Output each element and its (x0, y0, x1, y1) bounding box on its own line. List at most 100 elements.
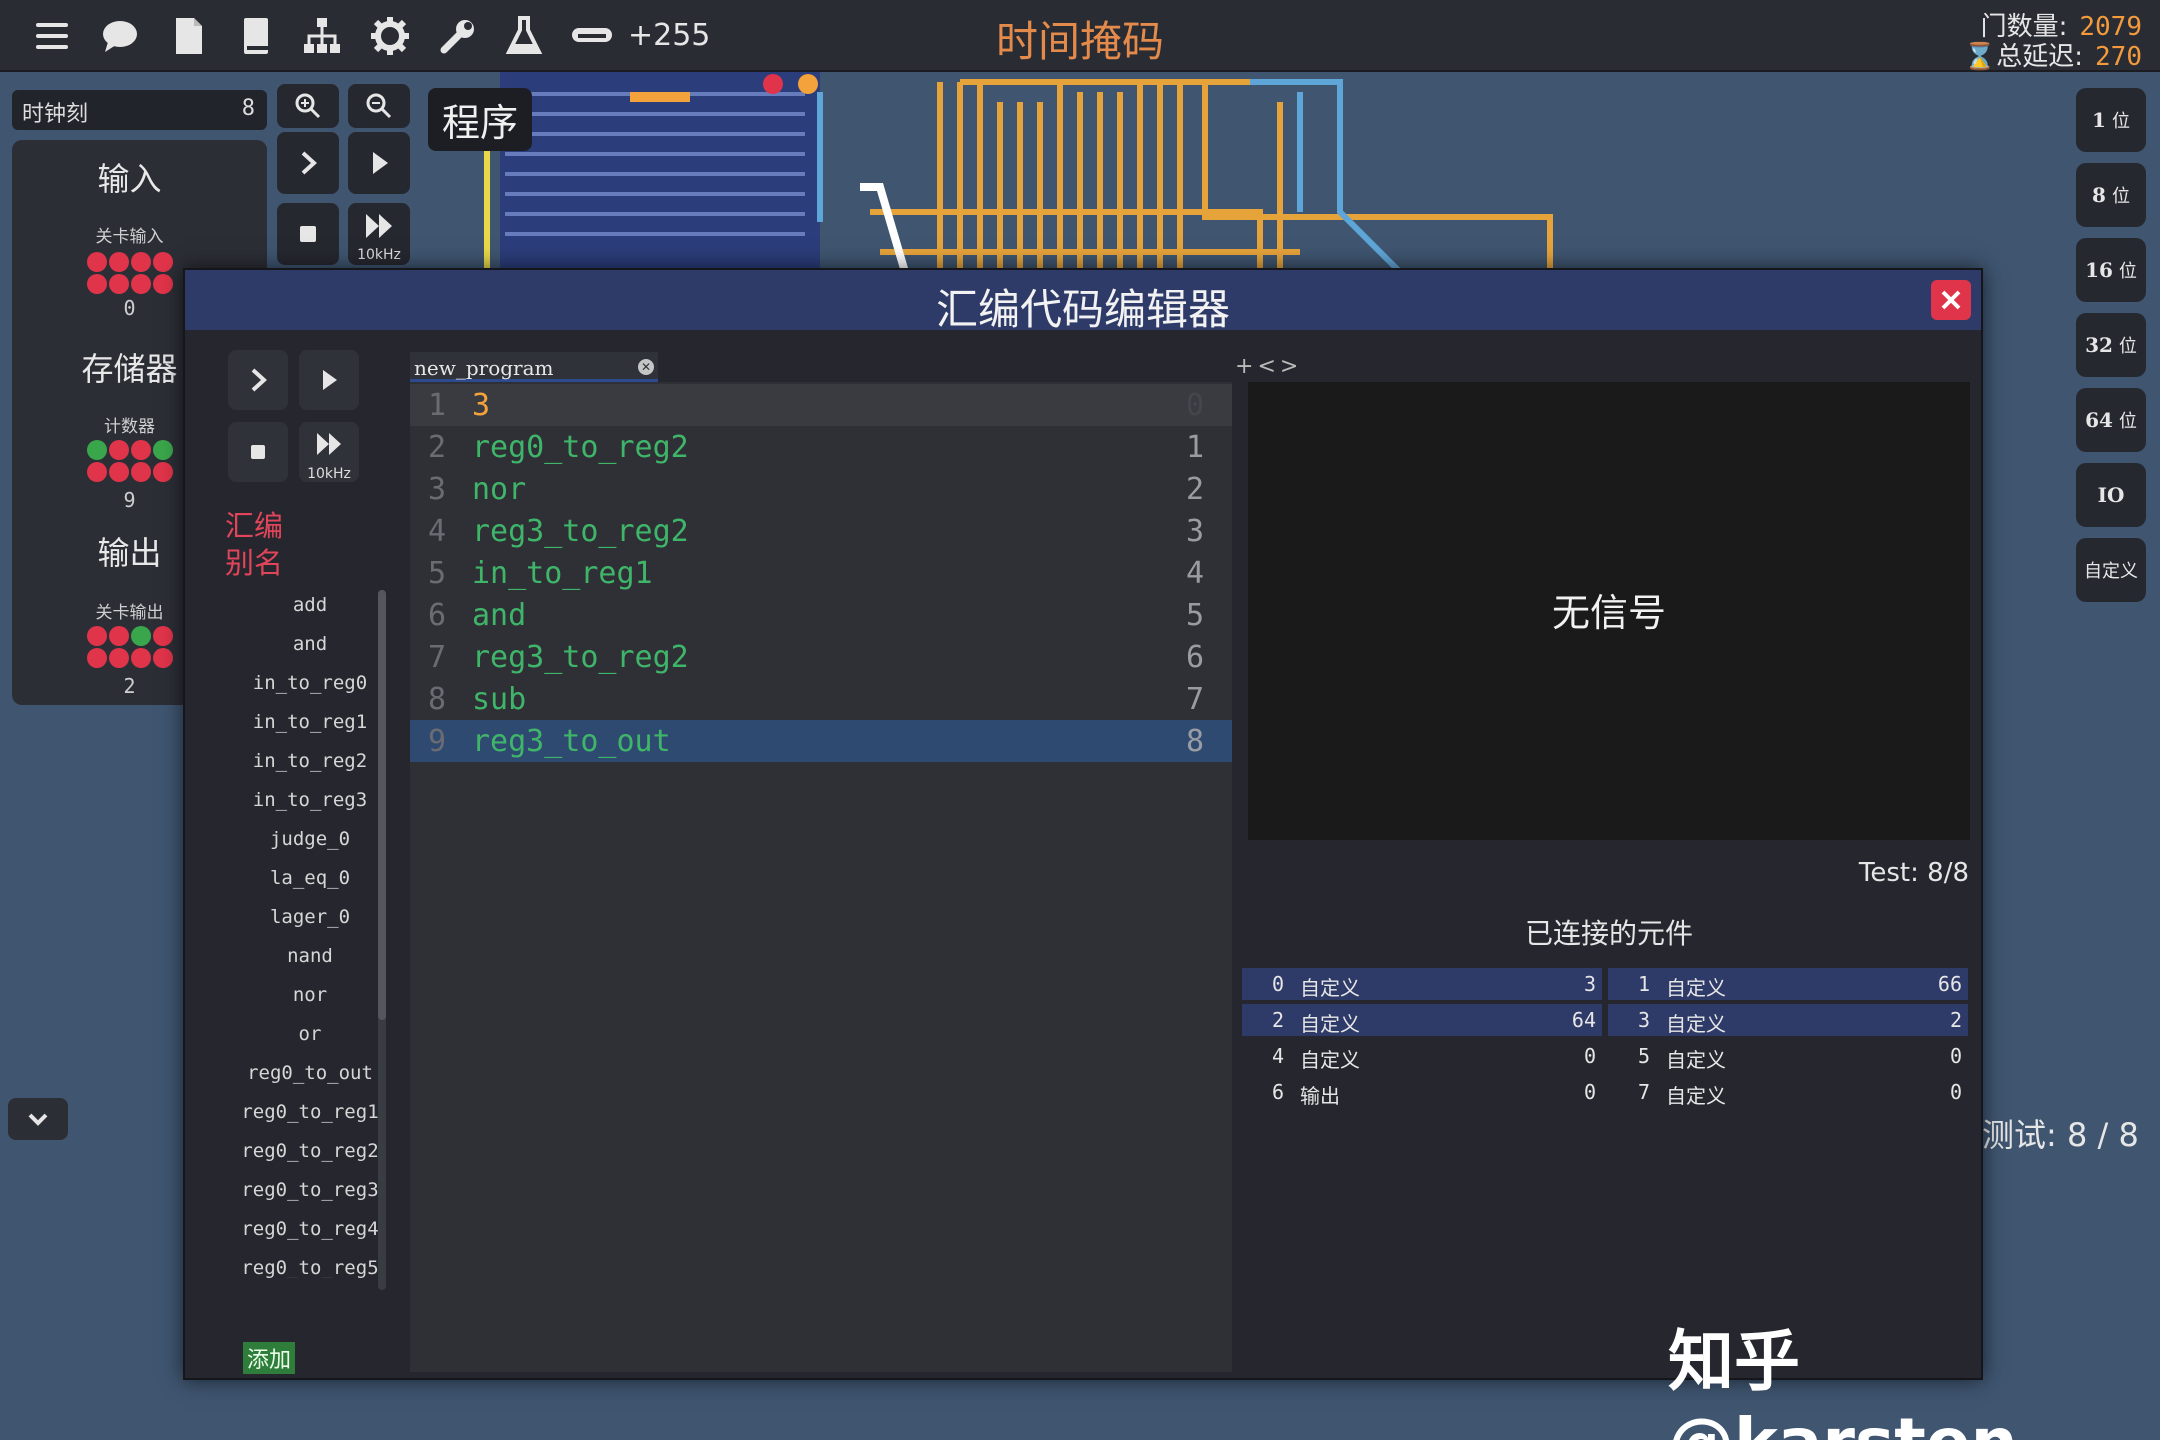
led (131, 648, 151, 668)
alias-name: reg0_to_out (247, 1062, 373, 1084)
component-name: 自定义 (1666, 976, 1726, 1000)
collapse-button[interactable] (8, 1098, 68, 1140)
step-button[interactable] (277, 132, 339, 194)
alias-name: reg0_to_reg1 (241, 1101, 379, 1123)
code-line[interactable]: 2 reg0_to_reg2 1 (410, 426, 1232, 468)
bit-1-button[interactable]: 1位 (2076, 88, 2146, 152)
editor-stop-button[interactable] (228, 422, 288, 482)
code-line[interactable]: 3 nor 2 (410, 468, 1232, 510)
bit-size-label: 64 (2085, 408, 2113, 432)
fast-forward-button[interactable]: 10kHz (348, 203, 410, 265)
close-button[interactable] (1931, 280, 1971, 320)
address-label: 8 (1185, 724, 1204, 759)
code-text: reg3_to_reg2 (472, 514, 689, 549)
zoom-out-icon (366, 93, 392, 119)
next-tab-button[interactable]: > (1280, 354, 1298, 379)
code-text: sub (472, 682, 527, 717)
counter-component[interactable] (87, 440, 173, 482)
component-value: 0 (1583, 1080, 1596, 1104)
code-line[interactable]: 5 in_to_reg1 4 (410, 552, 1232, 594)
bit-8-button[interactable]: 8位 (2076, 163, 2146, 227)
connected-component-row[interactable]: 0 自定义 3 (1242, 968, 1602, 1000)
component-name: 自定义 (1666, 1048, 1726, 1072)
led (109, 648, 129, 668)
connected-component-row[interactable]: 6 输出 0 (1242, 1076, 1602, 1108)
io-button[interactable]: IO (2076, 463, 2146, 527)
editor-run-button[interactable] (299, 350, 359, 410)
bit-unit-label: 位 (2111, 111, 2130, 132)
close-tab-icon[interactable]: ✕ (638, 359, 654, 375)
led (87, 440, 107, 460)
code-line[interactable]: 4 reg3_to_reg2 3 (410, 510, 1232, 552)
alias-name: reg0_to_reg4 (241, 1218, 379, 1240)
component-name: 自定义 (1666, 1012, 1726, 1036)
bit-16-button[interactable]: 16 位 (2076, 238, 2146, 302)
connected-component-row[interactable]: 1 自定义 66 (1608, 968, 1968, 1000)
address-label: 1 (1185, 430, 1204, 465)
program-tab[interactable]: new_program ✕ (410, 352, 658, 382)
top-toolbar: +255 时间掩码 门数量: 2079 ⌛总延迟: 270 (0, 0, 2160, 72)
connected-component-row[interactable]: 3 自定义 2 (1608, 1004, 1968, 1036)
level-input-label: 关卡输入 (95, 227, 164, 247)
alias-name: reg0_to_reg3 (241, 1179, 379, 1201)
code-text: nor (472, 472, 527, 507)
chevron-right-icon (301, 151, 317, 175)
connected-component-row[interactable]: 2 自定义 64 (1242, 1004, 1602, 1036)
code-line[interactable]: 9 reg3_to_out 8 (410, 720, 1232, 762)
bit-size-label: 1 (2092, 108, 2106, 132)
code-line[interactable]: 6 and 5 (410, 594, 1232, 636)
speed-label: 10kHz (357, 247, 401, 263)
alias-name: la_eq_0 (269, 867, 351, 889)
bit-unit-label: 位 (2118, 411, 2137, 432)
led (153, 648, 173, 668)
run-button[interactable] (348, 132, 410, 194)
level-input-component[interactable] (87, 252, 173, 294)
alias-name: in_to_reg1 (252, 711, 368, 733)
tab-navigation: + < > (1231, 354, 1298, 379)
play-icon (373, 152, 388, 174)
component-name: 自定义 (1300, 1048, 1360, 1072)
led (153, 626, 173, 646)
scrollbar-thumb[interactable] (378, 590, 386, 1020)
stop-icon (251, 445, 265, 459)
editor-fast-forward-button[interactable]: 10kHz (299, 422, 359, 482)
connected-component-row[interactable]: 7 自定义 0 (1608, 1076, 1968, 1108)
add-alias-button[interactable]: 添加 (243, 1342, 296, 1374)
level-output-component[interactable] (87, 626, 173, 668)
delay-stat: ⌛总延迟: 270 (1964, 36, 2142, 73)
stop-button[interactable] (277, 203, 339, 265)
led (87, 462, 107, 482)
alias-title-line: 汇编 (225, 509, 284, 543)
alias-name: in_to_reg0 (252, 672, 368, 694)
hourglass-icon: ⌛ (1963, 42, 1997, 72)
component-index: 5 (1638, 1044, 1651, 1068)
alias-name: nand (287, 945, 333, 967)
code-line[interactable]: 7 reg3_to_reg2 6 (410, 636, 1232, 678)
new-tab-button[interactable]: + (1235, 354, 1253, 379)
editor-step-button[interactable] (228, 350, 288, 410)
connected-component-row[interactable]: 5 自定义 0 (1608, 1040, 1968, 1072)
zoom-in-button[interactable] (277, 84, 339, 128)
connected-component-row[interactable]: 4 自定义 0 (1242, 1040, 1602, 1072)
bit-unit-label: 位 (2118, 336, 2137, 357)
alias-name: and (292, 633, 328, 655)
code-editor[interactable]: 1 3 0 2 reg0_to_reg2 1 3 nor 2 4 reg3_to_reg2 3 5 in_… (410, 382, 1232, 1372)
code-text: reg3_to_out (472, 724, 671, 759)
custom-button[interactable]: 自定义 (2076, 538, 2146, 602)
component-index: 7 (1638, 1080, 1651, 1104)
code-line[interactable]: 13 0 (410, 384, 1232, 426)
no-signal-text: 无信号 (1551, 591, 1666, 635)
led (87, 252, 107, 272)
code-text: 3 (472, 388, 491, 423)
dialog-header: 汇编代码编辑器 (185, 270, 1981, 334)
address-label: 6 (1185, 640, 1204, 675)
component-name: 自定义 (1300, 976, 1360, 1000)
dialog-title: 汇编代码编辑器 (935, 285, 1230, 334)
bit-32-button[interactable]: 32 位 (2076, 313, 2146, 377)
prev-tab-button[interactable]: < (1257, 354, 1275, 379)
zoom-out-button[interactable] (348, 84, 410, 128)
bit-64-button[interactable]: 64 位 (2076, 388, 2146, 452)
alias-scrollbar[interactable] (378, 590, 386, 1290)
play-icon (323, 370, 337, 390)
code-line[interactable]: 8 sub 7 (410, 678, 1232, 720)
